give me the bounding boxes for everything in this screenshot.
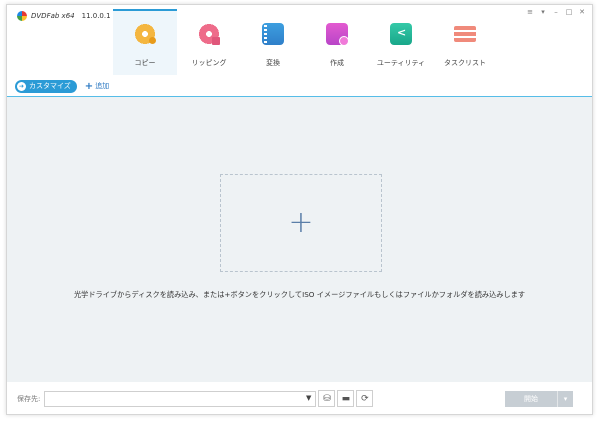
refresh-icon: ⟳ bbox=[361, 393, 369, 404]
app-brand: DVDFab x64 11.0.0.1 bbox=[17, 11, 111, 21]
tab-utility[interactable]: ユーティリティ bbox=[369, 9, 433, 75]
main-area: + 光学ドライブからディスクを読み込み、または+ボタンをクリックしてISO イメ… bbox=[7, 97, 592, 382]
customize-button[interactable]: ➜ カスタマイズ bbox=[15, 79, 77, 93]
add-plus-icon: + bbox=[84, 80, 94, 92]
dvdfab-logo-icon bbox=[17, 11, 27, 21]
start-button[interactable]: 開始 bbox=[505, 391, 557, 407]
add-label: 追加 bbox=[95, 82, 110, 90]
tab-ripper[interactable]: リッピング bbox=[177, 9, 241, 75]
tab-converter[interactable]: 変換 bbox=[241, 9, 305, 75]
minimize-icon[interactable]: – bbox=[552, 7, 560, 17]
tab-label: ユーティリティ bbox=[376, 59, 426, 67]
menu-icon[interactable]: ≡ bbox=[526, 7, 534, 17]
dropdown-icon[interactable]: ▾ bbox=[539, 7, 547, 17]
copy-disc-icon bbox=[134, 23, 156, 45]
tab-label: リッピング bbox=[191, 59, 227, 67]
tab-label: タスクリスト bbox=[444, 59, 486, 67]
ripper-disc-icon bbox=[198, 23, 220, 45]
app-version: 11.0.0.1 bbox=[81, 12, 111, 20]
destination-select[interactable]: ▼ bbox=[44, 390, 317, 407]
close-icon[interactable]: ✕ bbox=[578, 7, 586, 17]
customize-arrow-icon: ➜ bbox=[17, 81, 26, 91]
secondary-toolbar: ➜ カスタマイズ + 追加 bbox=[7, 75, 592, 97]
tab-copy[interactable]: コピー bbox=[113, 9, 177, 75]
tab-task-list[interactable]: タスクリスト bbox=[433, 9, 497, 75]
utility-icon bbox=[390, 23, 412, 45]
iso-disc-icon: ⛁ bbox=[323, 393, 331, 404]
tab-creator[interactable]: 作成 bbox=[305, 9, 369, 75]
customize-label: カスタマイズ bbox=[29, 82, 71, 90]
save-to-label: 保存先: bbox=[17, 394, 41, 403]
chevron-down-icon[interactable]: ▼ bbox=[306, 394, 311, 402]
source-dropzone[interactable]: + bbox=[220, 174, 382, 272]
converter-film-icon bbox=[262, 23, 284, 45]
iso-output-button[interactable]: ⛁ bbox=[318, 390, 336, 407]
browse-folder-button[interactable]: ▬ bbox=[337, 390, 355, 407]
load-hint-text: 光学ドライブからディスクを読み込み、または+ボタンをクリックしてISO イメージ… bbox=[73, 290, 526, 299]
app-name: DVDFab x64 bbox=[31, 12, 75, 20]
tab-label: 作成 bbox=[330, 59, 344, 67]
creator-icon bbox=[326, 23, 349, 46]
task-list-icon bbox=[454, 23, 476, 45]
folder-icon: ▬ bbox=[341, 393, 351, 404]
bottom-bar: 保存先: ▼ ⛁ ▬ ⟳ 開始 ▾ bbox=[7, 382, 592, 415]
refresh-button[interactable]: ⟳ bbox=[356, 390, 374, 407]
maximize-icon[interactable]: □ bbox=[565, 7, 573, 17]
window-controls: ≡ ▾ – □ ✕ bbox=[526, 7, 586, 17]
add-button[interactable]: + 追加 bbox=[85, 81, 109, 92]
tab-label: コピー bbox=[134, 59, 156, 67]
app-window: DVDFab x64 11.0.0.1 ≡ ▾ – □ ✕ コピー リッピング … bbox=[6, 4, 593, 415]
start-options-chevron-icon[interactable]: ▾ bbox=[557, 391, 573, 407]
module-tabs: コピー リッピング 変換 作成 ユーティリティ タスクリスト bbox=[113, 9, 497, 75]
start-button-group: 開始 ▾ bbox=[505, 391, 573, 407]
tab-label: 変換 bbox=[266, 59, 280, 67]
add-source-plus-icon[interactable]: + bbox=[288, 208, 313, 238]
